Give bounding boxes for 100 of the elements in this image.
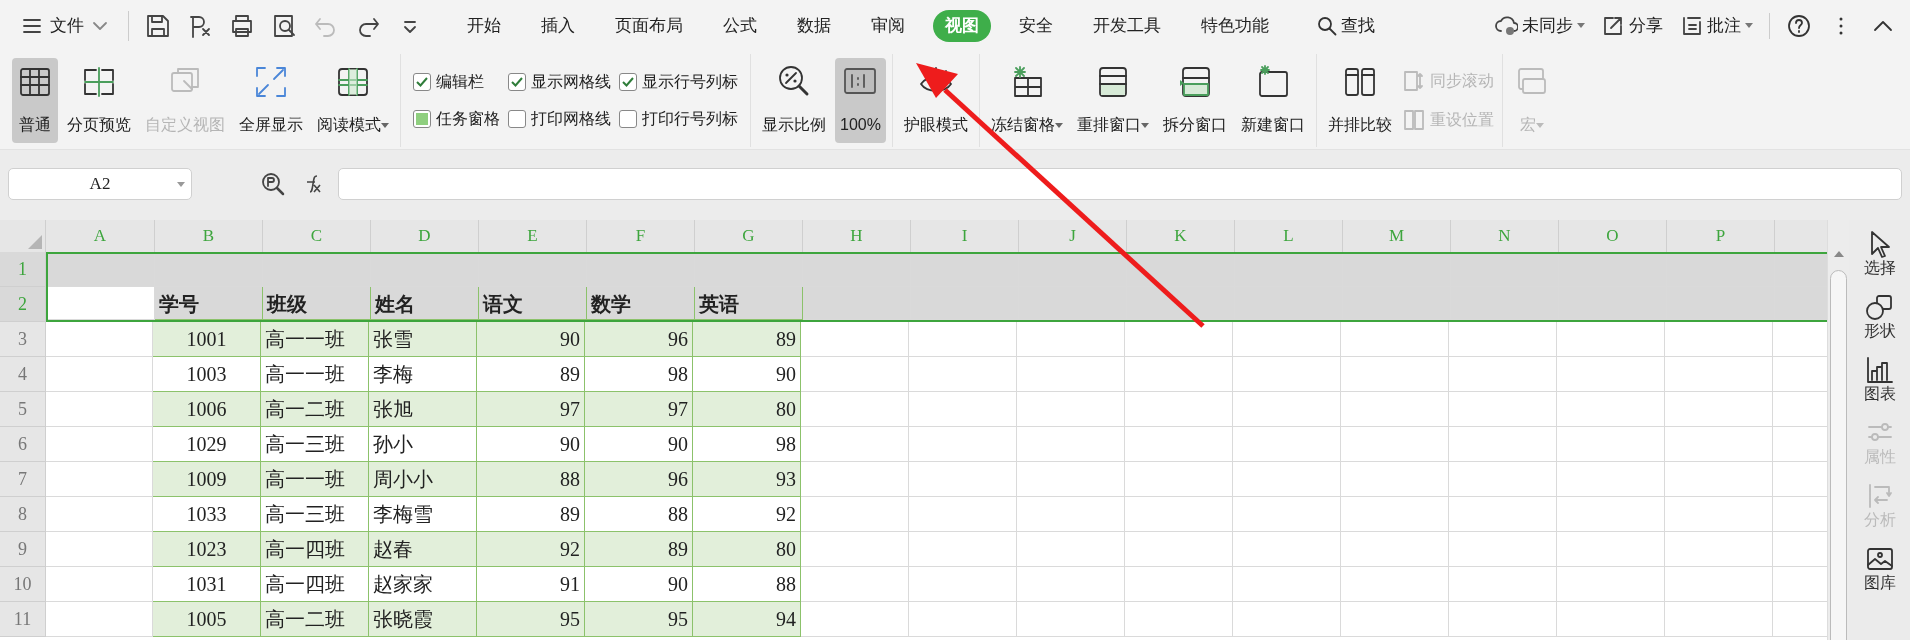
table-cell: 赵春 <box>369 532 477 567</box>
table-cell: 语文 <box>479 287 587 320</box>
checkmark-icon <box>622 77 634 88</box>
table-cell: 高一二班 <box>261 602 369 637</box>
ribbon-button[interactable]: 全屏显示 <box>234 58 308 143</box>
table-cell: 周小小 <box>369 462 477 497</box>
table-cell: 1009 <box>153 462 261 497</box>
checkmark-icon <box>416 77 428 88</box>
table-cell: 高一二班 <box>261 392 369 427</box>
row-header: 4 <box>0 357 46 392</box>
side-panel-button[interactable]: 选择 <box>1849 222 1910 285</box>
cloud-icon <box>1494 14 1518 38</box>
table-cell: 97 <box>477 392 585 427</box>
menu-tab[interactable]: 页面布局 <box>603 10 695 42</box>
table-cell: 数学 <box>587 287 695 320</box>
file-menu[interactable]: 文件 <box>10 10 120 42</box>
table-cell: 高一一班 <box>261 322 369 357</box>
table-cell: 高一一班 <box>261 462 369 497</box>
ribbon-button[interactable]: 分页预览 <box>62 58 136 143</box>
row-header: 9 <box>0 532 46 567</box>
ribbon-button[interactable]: 重排窗口 <box>1071 58 1154 143</box>
row-header: 8 <box>0 497 46 532</box>
table-cell: 95 <box>477 602 585 637</box>
reset-position-icon <box>1402 108 1425 131</box>
ribbon-button[interactable]: 100% <box>835 58 886 143</box>
row-header: 11 <box>0 602 46 637</box>
row-header: 7 <box>0 462 46 497</box>
formula-input[interactable] <box>338 168 1902 200</box>
toolbar-button[interactable]: 批注 <box>1675 10 1757 42</box>
menu-tab[interactable]: 数据 <box>785 10 843 42</box>
table-cell: 1006 <box>153 392 261 427</box>
menu-tab[interactable]: 插入 <box>529 10 587 42</box>
table-cell: 80 <box>693 392 801 427</box>
scroll-up-icon[interactable] <box>1833 250 1844 258</box>
zoom-search-icon[interactable] <box>260 171 286 197</box>
name-box[interactable]: A2 <box>8 168 192 200</box>
checkbox[interactable]: 编辑栏 <box>413 70 500 95</box>
table-cell: 1001 <box>153 322 261 357</box>
filled-square-icon <box>416 112 428 125</box>
ribbon-button[interactable]: 新建窗口 <box>1235 58 1310 143</box>
menu-tab[interactable]: 安全 <box>1007 10 1065 42</box>
row-header: 3 <box>0 322 46 357</box>
menu-tab[interactable]: 公式 <box>711 10 769 42</box>
table-cell: 张晓霞 <box>369 602 477 637</box>
ribbon-button[interactable]: 冻结窗格 <box>985 58 1068 143</box>
table-cell: 班级 <box>263 287 371 320</box>
table-cell: 89 <box>585 532 693 567</box>
menu-icon <box>22 17 42 35</box>
row-header: 1 <box>0 252 46 287</box>
table-cell: 96 <box>585 462 693 497</box>
table-cell: 92 <box>477 532 585 567</box>
toolbar-button[interactable]: 未同步 <box>1490 10 1589 42</box>
checkmark-icon <box>511 77 523 88</box>
checkbox[interactable]: 打印网格线 <box>508 106 611 131</box>
ribbon-button[interactable]: 拆分窗口 <box>1157 58 1232 143</box>
checkbox[interactable]: 任务窗格 <box>413 106 500 131</box>
side-panel-button[interactable]: 图表 <box>1849 348 1910 411</box>
table-cell: 1023 <box>153 532 261 567</box>
menu-tab[interactable]: 审阅 <box>859 10 917 42</box>
share-icon <box>1601 14 1625 38</box>
ribbon-button[interactable]: 普通 <box>12 58 58 143</box>
help-icon[interactable] <box>1787 14 1811 38</box>
menu-tab[interactable]: 开发工具 <box>1081 10 1173 42</box>
table-cell: 英语 <box>695 287 803 320</box>
row-header: 10 <box>0 567 46 602</box>
chevron-down-icon <box>92 21 108 31</box>
checkbox[interactable]: 显示网格线 <box>508 70 611 95</box>
table-cell: 姓名 <box>371 287 479 320</box>
page-break-icon <box>81 64 117 100</box>
row-header: 6 <box>0 427 46 462</box>
table-cell: 96 <box>585 322 693 357</box>
checkbox[interactable]: 打印行号列标 <box>619 106 738 131</box>
search-button[interactable]: 查找 <box>1305 10 1387 42</box>
row-header: 5 <box>0 392 46 427</box>
table-cell: 97 <box>585 392 693 427</box>
menu-tab[interactable]: 特色功能 <box>1189 10 1281 42</box>
table-cell: 1005 <box>153 602 261 637</box>
table-cell: 高一四班 <box>261 532 369 567</box>
menu-tab[interactable]: 开始 <box>455 10 513 42</box>
checkbox[interactable]: 显示行号列标 <box>619 70 738 95</box>
table-cell: 95 <box>585 602 693 637</box>
table-cell: 88 <box>477 462 585 497</box>
table-cell: 80 <box>693 532 801 567</box>
ribbon-button[interactable]: 显示比例 <box>757 58 831 143</box>
fullscreen-icon <box>253 64 289 100</box>
ribbon-button[interactable]: 并排比较 <box>1322 58 1397 143</box>
table-cell: 89 <box>693 322 801 357</box>
sync-scroll-icon <box>1402 70 1425 93</box>
table-cell: 张雪 <box>369 322 477 357</box>
table-cell: 93 <box>693 462 801 497</box>
toolbar-button[interactable]: 分享 <box>1597 10 1667 42</box>
side-panel-button[interactable]: 图库 <box>1849 537 1910 600</box>
table-cell: 张旭 <box>369 392 477 427</box>
row-header: 2 <box>0 287 46 322</box>
table-cell: 学号 <box>155 287 263 320</box>
ribbon-button[interactable]: 阅读模式 <box>312 58 394 143</box>
side-panel-button[interactable]: 形状 <box>1849 285 1910 348</box>
table-cell: 94 <box>693 602 801 637</box>
search-icon <box>1317 16 1337 36</box>
table-cell: 90 <box>477 322 585 357</box>
